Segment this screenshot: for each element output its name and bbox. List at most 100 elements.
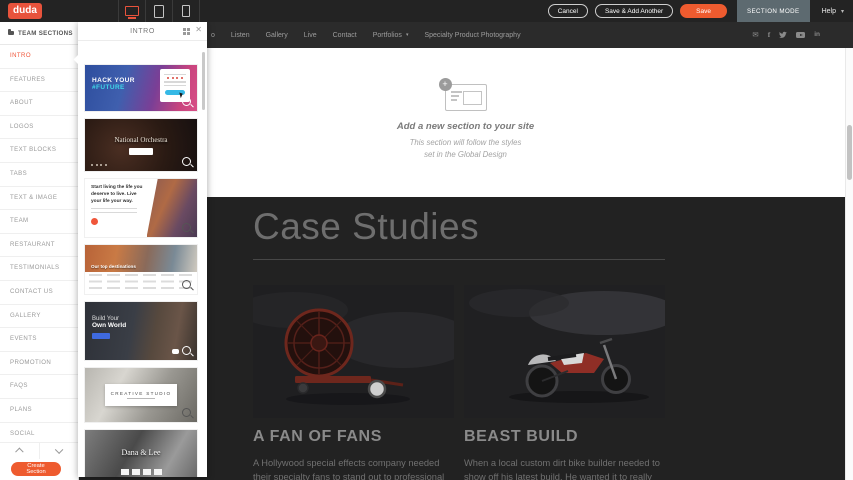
chevron-up-icon — [15, 448, 23, 456]
fan-machine-image — [253, 285, 454, 418]
tablet-icon — [154, 5, 164, 18]
nav-item-gallery[interactable]: Gallery — [266, 32, 288, 39]
nav-item-contact[interactable]: Contact — [333, 32, 357, 39]
template-hack-your-future[interactable]: HACK YOUR #FUTURE — [85, 65, 197, 111]
panel-scrollbar-thumb[interactable] — [202, 52, 205, 110]
template-heading: Own World — [92, 322, 126, 329]
sidebar-item-text-blocks[interactable]: TEXT BLOCKS — [0, 139, 78, 163]
destinations-image: Our top destinations — [85, 245, 197, 272]
mini-countdown — [121, 469, 162, 475]
add-section-title: Add a new section to your site — [397, 121, 534, 132]
template-heading: National Orchestra — [114, 136, 167, 144]
duda-section-editor: duda Cancel Save & Add Another Save SECT… — [0, 0, 853, 480]
chevron-down-icon — [55, 446, 63, 454]
sidebar-item-testimonials[interactable]: TESTIMONIALS — [0, 257, 78, 281]
sidebar-item-text-image[interactable]: TEXT & IMAGE — [0, 187, 78, 211]
scroll-down-button[interactable] — [40, 443, 79, 459]
folder-icon — [8, 31, 14, 36]
save-button[interactable]: Save — [680, 4, 727, 18]
chat-bubble-icon — [172, 349, 179, 354]
template-heading: CREATIVE STUDIO — [111, 391, 172, 396]
grid-view-icon[interactable] — [183, 28, 190, 35]
case-study-card-fan: A FAN OF FANS A Hollywood special effect… — [253, 285, 454, 480]
sidebar-item-events[interactable]: EVENTS — [0, 328, 78, 352]
add-section-illustration: + — [445, 84, 487, 111]
youtube-icon[interactable] — [796, 32, 805, 39]
sidebar-item-features[interactable]: FEATURES — [0, 69, 78, 93]
chevron-down-icon: ▾ — [406, 32, 409, 38]
template-heading: #FUTURE — [92, 84, 135, 91]
add-section-subtitle-line2: set in the Global Design — [424, 150, 507, 159]
template-heading: Dana & Lee — [121, 448, 160, 457]
sidebar-item-plans[interactable]: PLANS — [0, 399, 78, 423]
sidebar-item-faqs[interactable]: FAQS — [0, 375, 78, 399]
duda-logo[interactable]: duda — [8, 3, 42, 19]
template-creative-studio[interactable]: CREATIVE STUDIO — [85, 368, 197, 422]
save-add-another-button[interactable]: Save & Add Another — [595, 4, 673, 18]
template-national-orchestra[interactable]: National Orchestra — [85, 119, 197, 171]
zoom-preview-icon[interactable] — [182, 223, 191, 232]
panel-title: INTRO — [130, 28, 155, 35]
zoom-preview-icon[interactable] — [182, 97, 191, 106]
create-section-button[interactable]: Create Section — [11, 462, 61, 476]
mobile-view-button[interactable] — [172, 0, 200, 22]
nav-item-live[interactable]: Live — [304, 32, 317, 39]
tablet-view-button[interactable] — [145, 0, 172, 22]
close-icon[interactable]: ✕ — [195, 25, 202, 34]
nav-item-portfolios[interactable]: Portfolios — [373, 32, 402, 39]
plus-icon: + — [439, 78, 452, 91]
divider — [253, 259, 665, 260]
email-icon[interactable]: ✉ — [752, 31, 758, 39]
sidebar-item-tabs[interactable]: TABS — [0, 163, 78, 187]
desktop-icon — [125, 6, 139, 16]
case-study-cards: A FAN OF FANS A Hollywood special effect… — [253, 285, 665, 480]
mini-card: CREATIVE STUDIO — [105, 384, 177, 406]
play-icon — [796, 32, 805, 39]
help-menu[interactable]: Help — [822, 8, 836, 15]
case-study-body: When a local custom dirt bike builder ne… — [464, 456, 665, 480]
dirt-bike-image — [464, 285, 665, 418]
page-scrollbar[interactable] — [845, 48, 853, 480]
zoom-preview-icon[interactable] — [182, 346, 191, 355]
mini-button — [91, 218, 98, 225]
sections-sidebar: TEAM SECTIONS INTRO FEATURES ABOUT LOGOS… — [0, 22, 79, 480]
template-build-your-own-world[interactable]: Build Your Own World — [85, 302, 197, 360]
template-top-destinations[interactable]: Our top destinations — [85, 245, 197, 294]
template-live-your-way[interactable]: Start living the life you deserve to liv… — [85, 179, 197, 237]
sidebar-item-contact-us[interactable]: CONTACT US — [0, 281, 78, 305]
zoom-preview-icon[interactable] — [182, 157, 191, 166]
panel-header: INTRO ✕ — [78, 22, 207, 41]
scroll-up-button[interactable] — [0, 443, 40, 459]
section-mode-badge: SECTION MODE — [737, 0, 810, 22]
facebook-icon[interactable]: f — [768, 31, 771, 39]
scrollbar-thumb[interactable] — [847, 125, 852, 180]
add-section-subtitle-line1: This section will follow the styles — [410, 138, 522, 147]
template-dana-lee[interactable]: Dana & Lee — [85, 430, 197, 477]
sidebar-item-about[interactable]: ABOUT — [0, 92, 78, 116]
desktop-view-button[interactable] — [118, 0, 145, 22]
cancel-button[interactable]: Cancel — [548, 4, 588, 18]
sidebar-item-logos[interactable]: LOGOS — [0, 116, 78, 140]
sidebar-item-intro[interactable]: INTRO — [0, 45, 78, 69]
nav-item-listen[interactable]: Listen — [231, 32, 250, 39]
template-heading: Our top destinations — [91, 264, 136, 269]
sidebar-item-gallery[interactable]: GALLERY — [0, 305, 78, 329]
site-nav-social: ✉ f in — [752, 31, 820, 39]
zoom-preview-icon[interactable] — [182, 408, 191, 417]
template-heading: Start living the life you deserve to liv… — [91, 185, 145, 206]
sidebar-item-team[interactable]: TEAM — [0, 210, 78, 234]
mini-table — [89, 274, 193, 292]
twitter-icon[interactable] — [779, 31, 787, 39]
chevron-down-icon[interactable]: ▾ — [841, 8, 844, 15]
nav-item-partial[interactable]: o — [211, 32, 215, 39]
intro-templates-panel: INTRO ✕ HACK YOUR #FUTURE Na — [78, 22, 207, 477]
mini-button — [129, 148, 153, 155]
linkedin-icon[interactable]: in — [814, 31, 820, 39]
case-study-body: A Hollywood special effects company need… — [253, 456, 454, 480]
device-switcher — [118, 0, 200, 22]
sidebar-item-promotion[interactable]: PROMOTION — [0, 352, 78, 376]
mini-button — [92, 333, 110, 339]
zoom-preview-icon[interactable] — [182, 280, 191, 289]
sidebar-item-restaurant[interactable]: RESTAURANT — [0, 234, 78, 258]
nav-item-specialty-product-photography[interactable]: Specialty Product Photography — [424, 32, 520, 39]
